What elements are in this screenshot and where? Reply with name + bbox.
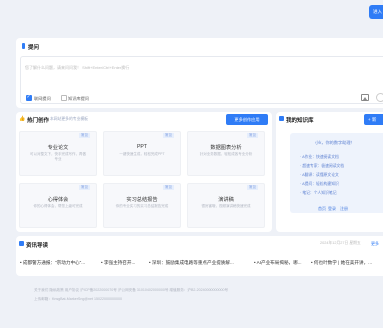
template-card-thesis[interactable]: 常见 专业论文 可以对整文下，快手完成写作，再做专业 — [19, 131, 97, 176]
template-desc: 针对业务数据，轻松成各专业分析 — [199, 152, 253, 156]
template-title: 数据图表分析 — [210, 145, 242, 151]
kb-home-link[interactable]: 首页 — [318, 206, 326, 212]
footer-links: 关于我们 隐私政策 用户协议 沪ICP备2022000070号 沪公网安备 31… — [34, 288, 229, 292]
question-title-marker — [22, 43, 25, 49]
news-icon — [19, 241, 24, 246]
kb-feature: · A作业：快速阅读文档 — [300, 155, 339, 159]
kb-title: 我的知识库 — [286, 118, 314, 124]
template-title: 心得体会 — [47, 197, 69, 203]
template-card-internship[interactable]: 常见 实习总结报告 你的专业实习的实习总结报告完成 — [103, 183, 181, 228]
question-placeholder: 您了解什么问题，请来问问我！ Shift+Enter/Ctrl+Enter换行 — [25, 65, 130, 70]
kb-search-label: 知识库提问 — [68, 95, 89, 101]
news-item[interactable]: • AI产业布局揭秘，哪... — [254, 260, 302, 266]
template-title: PPT — [136, 144, 148, 150]
hot-subtitle: 本网站更多的专业模板 — [50, 117, 88, 121]
template-title: 专业论文 — [47, 145, 69, 151]
kb-register-link[interactable]: 注册 — [340, 206, 348, 212]
template-card-data-analysis[interactable]: 常见 数据图表分析 针对业务数据，轻松成各专业分析 — [187, 131, 265, 176]
page: 进入 提问 您了解什么问题，请来问问我！ Shift+Enter/Ctrl+En… — [0, 0, 383, 328]
image-icon[interactable] — [361, 94, 369, 101]
enter-button[interactable]: 进入 — [369, 5, 383, 19]
template-desc: 可以对整文下，快手完成写作，再做专业 — [30, 152, 86, 161]
book-icon — [279, 116, 284, 121]
template-card-speech[interactable]: 常见 演讲稿 很厉害哦，视频演讲稿快速完成 — [187, 183, 265, 228]
template-desc: 你的专业实习的实习总结报告完成 — [115, 204, 169, 208]
kb-feature: · 笔记：个人知识笔记 — [300, 191, 337, 195]
template-card-reflection[interactable]: 常见 心得体会 你的心得体会，帮您上级可完成 — [19, 183, 97, 228]
kb-feature: · A翻译：读懂原文论文 — [300, 173, 339, 177]
template-tag: 常见 — [163, 133, 174, 138]
new-kb-button[interactable]: + 新 — [364, 114, 383, 125]
hot-title: 热门创作 — [27, 118, 50, 124]
template-tag: 常见 — [163, 185, 174, 190]
template-tag: 常见 — [247, 185, 258, 190]
news-item[interactable]: • 李强主持召开... — [101, 260, 135, 266]
template-tag: 常见 — [79, 185, 90, 190]
template-title: 演讲稿 — [218, 197, 234, 203]
circle-action-icon[interactable] — [376, 93, 383, 102]
question-title: 提问 — [28, 45, 40, 51]
news-date: 2024年12月27日 星期五 — [320, 241, 361, 245]
web-search-label: 联网提问 — [34, 95, 51, 101]
kb-login-link[interactable]: 登录 — [328, 206, 336, 212]
news-item[interactable]: • 何也叶数学 | 她在美开讲，... — [311, 260, 372, 266]
news-title: 资讯导读 — [26, 243, 49, 249]
web-search-checkbox[interactable] — [26, 94, 32, 101]
kb-greeting: 小k，你的数字助理！ — [315, 140, 355, 145]
template-card-ppt[interactable]: 常见 PPT 一键快速生成，轻松完成PPT — [103, 131, 181, 176]
template-desc: 很厉害哦，视频演讲稿快速完成 — [201, 204, 251, 208]
template-tag: 常见 — [247, 133, 258, 138]
kb-feature: · A提问：轻松构建知识 — [300, 182, 339, 186]
kb-search-checkbox[interactable] — [61, 95, 67, 101]
thumb-icon: 👍 — [19, 116, 26, 122]
more-apps-button[interactable]: 更多创作应用 — [226, 114, 268, 125]
template-desc: 你的心得体会，帮您上级可完成 — [33, 204, 83, 208]
template-title: 实习总结报告 — [126, 197, 158, 203]
news-more-link[interactable]: 更多 — [371, 241, 379, 247]
footer-contact: 上传邮箱：KnsgBat-MarkerSng@net 1502200000000… — [34, 297, 122, 301]
news-item[interactable]: • 深圳：鼓励集成电路等重点产业提质解... — [149, 260, 234, 266]
question-input[interactable]: 您了解什么问题，请来问问我！ Shift+Enter/Ctrl+Enter换行 … — [20, 56, 383, 104]
kb-feature: · 超速专家：极速阅读文档 — [300, 164, 345, 168]
template-tag: 常见 — [79, 133, 90, 138]
template-desc: 一键快速生成，轻松完成PPT — [119, 152, 165, 156]
news-item[interactable]: • 成都警方通报："宗动力中心"... — [20, 260, 85, 266]
